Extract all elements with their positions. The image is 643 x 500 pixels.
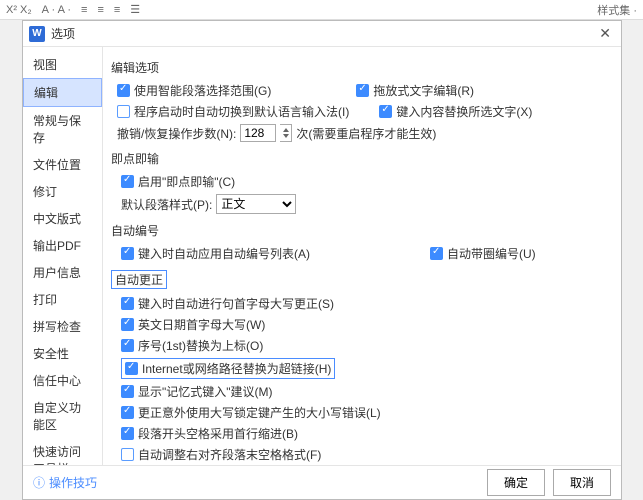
chk-auto-ime[interactable] [117,105,130,118]
ok-button[interactable]: 确定 [487,469,545,496]
sidebar-item-cjk[interactable]: 中文版式 [23,205,102,232]
hyperlink-option-highlight: Internet或网络路径替换为超链接(H) [121,358,335,379]
chk-ac-1[interactable] [121,318,134,331]
chk-ac-7[interactable] [121,448,134,461]
chk-ac-6[interactable] [121,427,134,440]
default-style-label: 默认段落样式(P): [121,196,212,213]
undo-steps-input[interactable] [240,124,276,142]
chk-ac-2[interactable] [121,339,134,352]
sidebar-item-general[interactable]: 常规与保存 [23,107,102,151]
chk-drag-edit[interactable] [356,84,369,97]
sidebar-item-ribbon[interactable]: 自定义功能区 [23,394,102,438]
chk-ac-0[interactable] [121,297,134,310]
align-icon[interactable]: ≡ [81,4,87,16]
sidebar-item-user[interactable]: 用户信息 [23,259,102,286]
sidebar-item-view[interactable]: 视图 [23,51,102,78]
dialog-title: 选项 [51,25,75,42]
info-icon: ⓘ [33,474,45,491]
tips-link[interactable]: ⓘ 操作技巧 [33,474,97,491]
chk-auto-number[interactable] [121,247,134,260]
options-dialog: W 选项 ✕ 视图 编辑 常规与保存 文件位置 修订 中文版式 输出PDF 用户… [22,20,622,500]
sidebar-item-filelocation[interactable]: 文件位置 [23,151,102,178]
cancel-button[interactable]: 取消 [553,469,611,496]
dialog-footer: ⓘ 操作技巧 确定 取消 [23,465,621,499]
dialog-titlebar: W 选项 ✕ [23,21,621,47]
chk-circle-number[interactable] [430,247,443,260]
app-toolbar: X² X₂ A · A · ≡ ≡ ≡ ☰ 样式集 · [0,0,643,20]
list-icon[interactable]: ☰ [130,3,140,16]
chk-replace-sel[interactable] [379,105,392,118]
sidebar-item-revision[interactable]: 修订 [23,178,102,205]
section-click-type: 即点即输 [111,150,611,167]
sidebar-item-spell[interactable]: 拼写检查 [23,313,102,340]
default-style-select[interactable]: 正文 [216,194,296,214]
tb-script[interactable]: X² X₂ [6,4,32,16]
align-icon[interactable]: ≡ [114,4,120,16]
undo-label: 撤销/恢复操作步数(N): [117,125,236,142]
section-auto-correct: 自动更正 [111,270,611,289]
sidebar-item-qat[interactable]: 快速访问工具栏 [23,438,102,465]
sidebar-item-pdf[interactable]: 输出PDF [23,232,102,259]
section-auto-number: 自动编号 [111,222,611,239]
options-sidebar: 视图 编辑 常规与保存 文件位置 修订 中文版式 输出PDF 用户信息 打印 拼… [23,47,103,465]
options-content: 编辑选项 使用智能段落选择范围(G) 拖放式文字编辑(R) 程序启动时自动切换到… [103,47,621,465]
chk-ac-4[interactable] [121,385,134,398]
undo-spinner[interactable] [280,124,292,142]
sidebar-item-print[interactable]: 打印 [23,286,102,313]
app-icon: W [29,26,45,42]
section-edit-options: 编辑选项 [111,59,611,76]
styles-dropdown[interactable]: 样式集 · [597,2,637,18]
chk-click-type[interactable] [121,175,134,188]
sidebar-item-trust[interactable]: 信任中心 [23,367,102,394]
align-icon[interactable]: ≡ [97,4,103,16]
close-icon[interactable]: ✕ [595,25,615,42]
tb-font[interactable]: A · A · [42,4,71,16]
chk-ac-5[interactable] [121,406,134,419]
sidebar-item-edit[interactable]: 编辑 [23,78,102,107]
sidebar-item-security[interactable]: 安全性 [23,340,102,367]
chk-ac-3[interactable] [125,362,138,375]
chk-smart-select[interactable] [117,84,130,97]
